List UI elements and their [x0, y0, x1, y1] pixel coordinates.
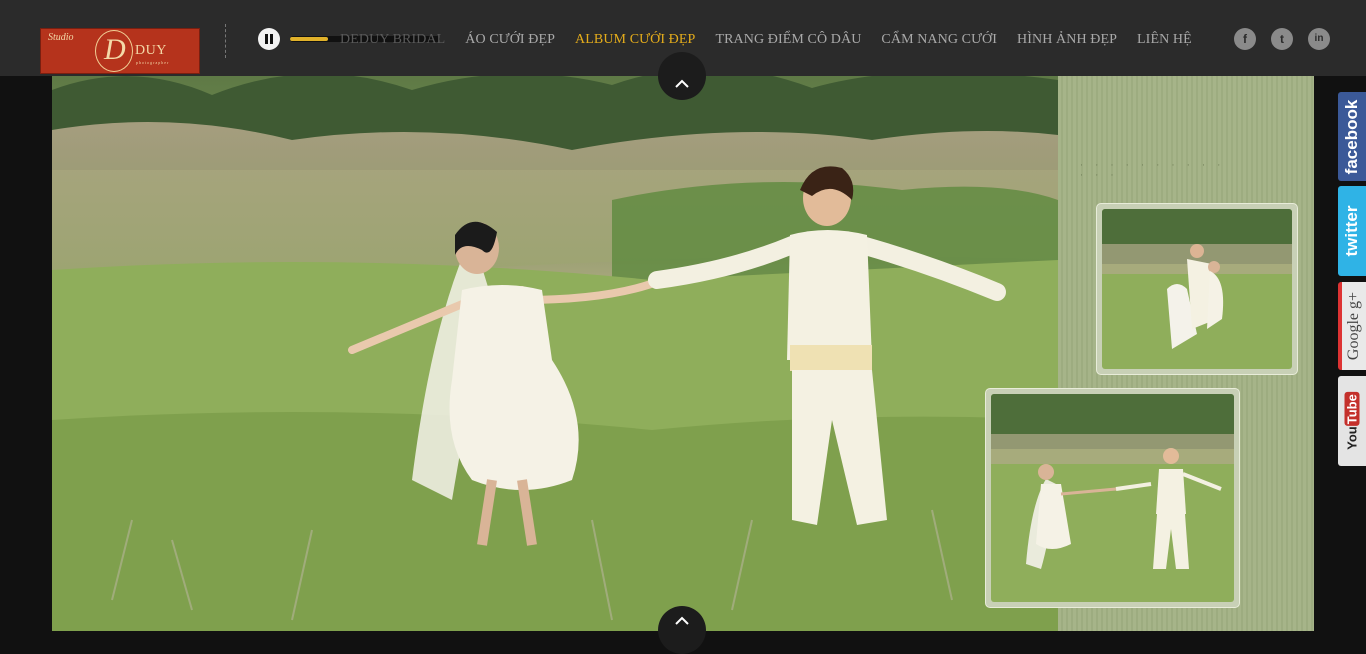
pause-button[interactable]	[258, 28, 280, 50]
header-divider	[225, 24, 226, 58]
audio-progress-fill	[290, 37, 328, 41]
nav-item-ao-cuoi-dep[interactable]: ÁO CƯỚI ĐẸP	[465, 32, 555, 48]
main-navigation: DEDUY BRIDAL ÁO CƯỚI ĐẸP ALBUM CƯỚI ĐẸP …	[340, 32, 1212, 48]
studio-logo[interactable]: Studio D DUY photographer	[40, 28, 200, 74]
scroll-up-button[interactable]	[658, 52, 706, 100]
share-google-plus-tab[interactable]: Google g+	[1338, 282, 1366, 370]
chevron-up-icon	[675, 79, 689, 88]
nav-item-lien-he[interactable]: LIÊN HỆ	[1137, 32, 1192, 48]
twitter-icon[interactable]: t	[1271, 28, 1293, 50]
share-facebook-tab[interactable]: facebook	[1338, 92, 1366, 181]
nav-item-deduy-bridal[interactable]: DEDUY BRIDAL	[340, 32, 445, 48]
chevron-up-icon	[675, 616, 689, 625]
share-twitter-tab[interactable]: twitter	[1338, 186, 1366, 276]
album-thumbnail-1[interactable]	[1097, 204, 1297, 374]
side-decoration-text: · · · · · · · · · · · · ·	[1080, 160, 1226, 180]
logo-monogram: D	[95, 30, 133, 72]
album-thumbnail-2[interactable]	[986, 389, 1239, 607]
nav-item-hinh-anh-dep[interactable]: HÌNH ẢNH ĐẸP	[1017, 32, 1117, 48]
nav-item-album-cuoi-dep[interactable]: ALBUM CƯỚI ĐẸP	[575, 32, 695, 48]
wedding-photo-main	[52, 0, 1058, 631]
facebook-icon[interactable]: f	[1234, 28, 1256, 50]
linkedin-icon[interactable]: in	[1308, 28, 1330, 50]
scroll-down-button[interactable]	[658, 606, 706, 654]
nav-item-trang-diem-co-dau[interactable]: TRANG ĐIỂM CÔ DÂU	[715, 32, 861, 48]
pause-icon	[265, 34, 268, 44]
share-youtube-tab[interactable]: YouTube	[1338, 376, 1366, 466]
nav-item-cam-nang-cuoi[interactable]: CẨM NANG CƯỚI	[881, 32, 997, 48]
